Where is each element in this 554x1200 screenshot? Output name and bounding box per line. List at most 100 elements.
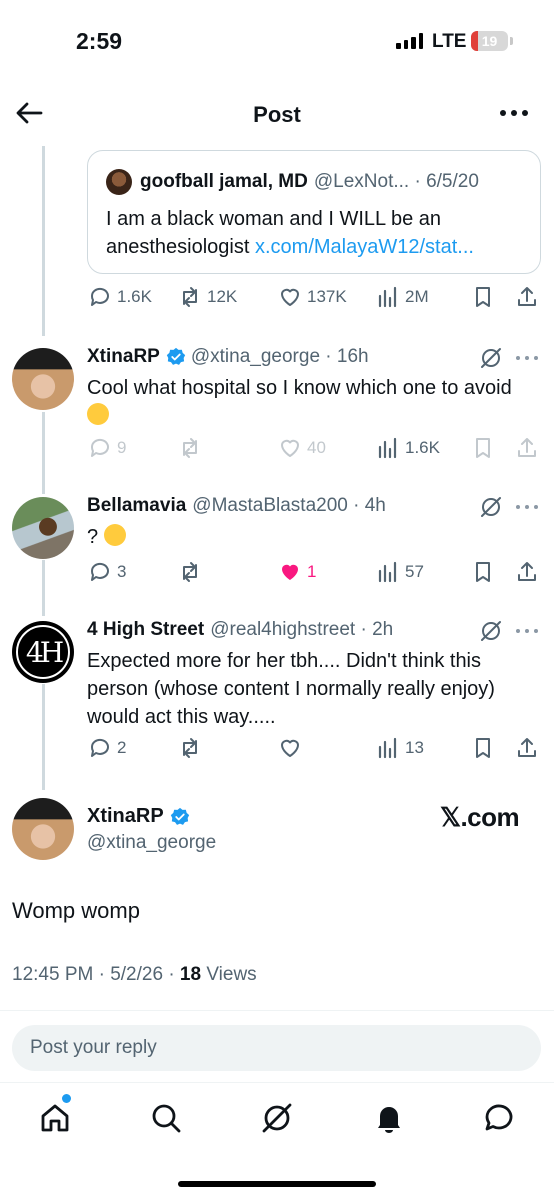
avatar[interactable] (12, 348, 74, 410)
reply-icon (90, 562, 109, 581)
share-icon[interactable] (515, 285, 539, 309)
reply-button[interactable]: 9 (88, 436, 126, 460)
reply-post[interactable]: 4H 4 High Street @real4highstreet · 2h E… (0, 619, 554, 749)
share-icon[interactable] (515, 560, 539, 584)
repost-icon (183, 562, 197, 582)
author-name[interactable]: XtinaRP (87, 346, 160, 368)
reply-text: Expected more for her tbh.... Didn't thi… (87, 650, 495, 728)
views-button[interactable]: 1.6K (376, 436, 440, 460)
share-icon[interactable] (515, 436, 539, 460)
quoted-post[interactable]: goofball jamal, MD @LexNot... · 6/5/20 I… (87, 150, 541, 274)
view-count: 57 (405, 562, 424, 581)
divider (0, 1010, 554, 1011)
quoted-post-link[interactable]: x.com/MalayaW12/stat... (255, 236, 474, 258)
like-button[interactable] (278, 736, 307, 760)
grok-icon[interactable] (479, 619, 503, 643)
reply-text: ? (87, 523, 527, 551)
author-name[interactable]: Bellamavia (87, 495, 186, 517)
reply-body: Cool what hospital so I know which one t… (87, 377, 512, 399)
x-watermark: 𝕏.com (440, 802, 520, 832)
more-horizontal-icon[interactable] (515, 628, 539, 634)
more-horizontal-icon[interactable] (515, 355, 539, 361)
avatar[interactable] (12, 497, 74, 559)
thread-line (42, 146, 45, 336)
heart-icon (281, 739, 299, 757)
heart-filled-icon (282, 564, 298, 580)
thinking-face-emoji (103, 524, 126, 546)
author-name[interactable]: 4 High Street (87, 619, 204, 641)
views-button[interactable]: 13 (376, 736, 424, 760)
page-title: Post (253, 102, 301, 127)
quoted-author-name: goofball jamal, MD (140, 171, 308, 192)
reply-input[interactable] (12, 1025, 541, 1071)
reply-actions: 9 40 1.6K (88, 436, 538, 466)
repost-button[interactable]: 12K (178, 285, 237, 309)
repost-count: 12K (207, 287, 238, 306)
messages-icon[interactable] (482, 1101, 516, 1135)
author-name[interactable]: XtinaRP (87, 805, 164, 828)
verified-badge-icon (170, 807, 189, 825)
like-count: 137K (307, 287, 347, 306)
heart-icon (281, 288, 299, 306)
author-handle: @MastaBlasta200 · 4h (192, 495, 386, 516)
like-count: 40 (307, 438, 326, 457)
reply-button[interactable]: 3 (88, 560, 126, 584)
bookmark-icon[interactable] (471, 560, 495, 584)
post-timestamp: 12:45 PM · 5/2/26 · (12, 964, 180, 985)
grok-icon[interactable] (479, 346, 503, 370)
author-handle: @xtina_george · 16h (190, 346, 369, 367)
avatar (106, 169, 132, 195)
views-icon (378, 437, 397, 459)
reply-button[interactable]: 2 (88, 736, 126, 760)
repost-button[interactable] (178, 436, 207, 460)
views-count: 18 (179, 964, 202, 985)
author-handle: @xtina_george (87, 832, 217, 853)
home-indicator (178, 1181, 376, 1187)
avatar[interactable]: 4H (12, 621, 74, 683)
main-post-author: XtinaRP (87, 805, 195, 828)
like-button[interactable]: 40 (278, 436, 326, 460)
repost-icon (183, 738, 197, 758)
battery-cap (510, 37, 513, 45)
battery-icon: 19 (471, 31, 508, 51)
repost-button[interactable] (178, 736, 207, 760)
relieved-face-emoji (87, 403, 109, 425)
like-button[interactable]: 137K (278, 285, 347, 309)
reply-header: 4 High Street @real4highstreet · 2h (87, 619, 393, 641)
reply-icon (90, 738, 109, 757)
more-horizontal-icon[interactable] (498, 98, 530, 128)
grok-icon[interactable] (260, 1101, 294, 1135)
views-label: Views (201, 964, 257, 985)
home-icon[interactable] (38, 1101, 72, 1135)
more-horizontal-icon[interactable] (515, 504, 539, 510)
reply-count: 9 (117, 438, 127, 457)
repost-button[interactable] (178, 560, 207, 584)
quoted-post-text: I am a black woman and I WILL be an anes… (106, 205, 526, 261)
like-button[interactable]: 1 (278, 560, 316, 584)
main-post-meta: 12:45 PM · 5/2/26 · 18 Views (12, 964, 257, 986)
repost-icon (183, 438, 197, 458)
quoted-author-meta: @LexNot... · 6/5/20 (313, 171, 479, 192)
reply-button[interactable]: 1.6K (88, 285, 152, 309)
bookmark-icon[interactable] (471, 285, 495, 309)
search-icon[interactable] (149, 1101, 183, 1135)
bookmark-icon[interactable] (471, 736, 495, 760)
avatar-logo: 4H (16, 625, 70, 679)
bookmark-icon[interactable] (471, 436, 495, 460)
reply-body: ? (87, 526, 104, 548)
reply-header: XtinaRP @xtina_george · 16h (87, 346, 369, 368)
quoted-post-header: goofball jamal, MD @LexNot... · 6/5/20 (106, 169, 479, 195)
reply-text: Cool what hospital so I know which one t… (87, 374, 527, 430)
author-handle: @real4highstreet · 2h (210, 619, 394, 640)
views-button[interactable]: 57 (376, 560, 424, 584)
reply-actions: 3 1 57 (88, 560, 538, 590)
avatar[interactable] (12, 798, 74, 860)
grok-icon[interactable] (479, 495, 503, 519)
reply-count: 3 (117, 562, 127, 581)
reply-actions: 2 13 (88, 736, 538, 766)
share-icon[interactable] (515, 736, 539, 760)
notifications-icon[interactable] (372, 1101, 406, 1135)
home-notification-dot (62, 1094, 71, 1103)
views-button[interactable]: 2M (376, 285, 429, 309)
reply-count: 1.6K (117, 287, 152, 306)
